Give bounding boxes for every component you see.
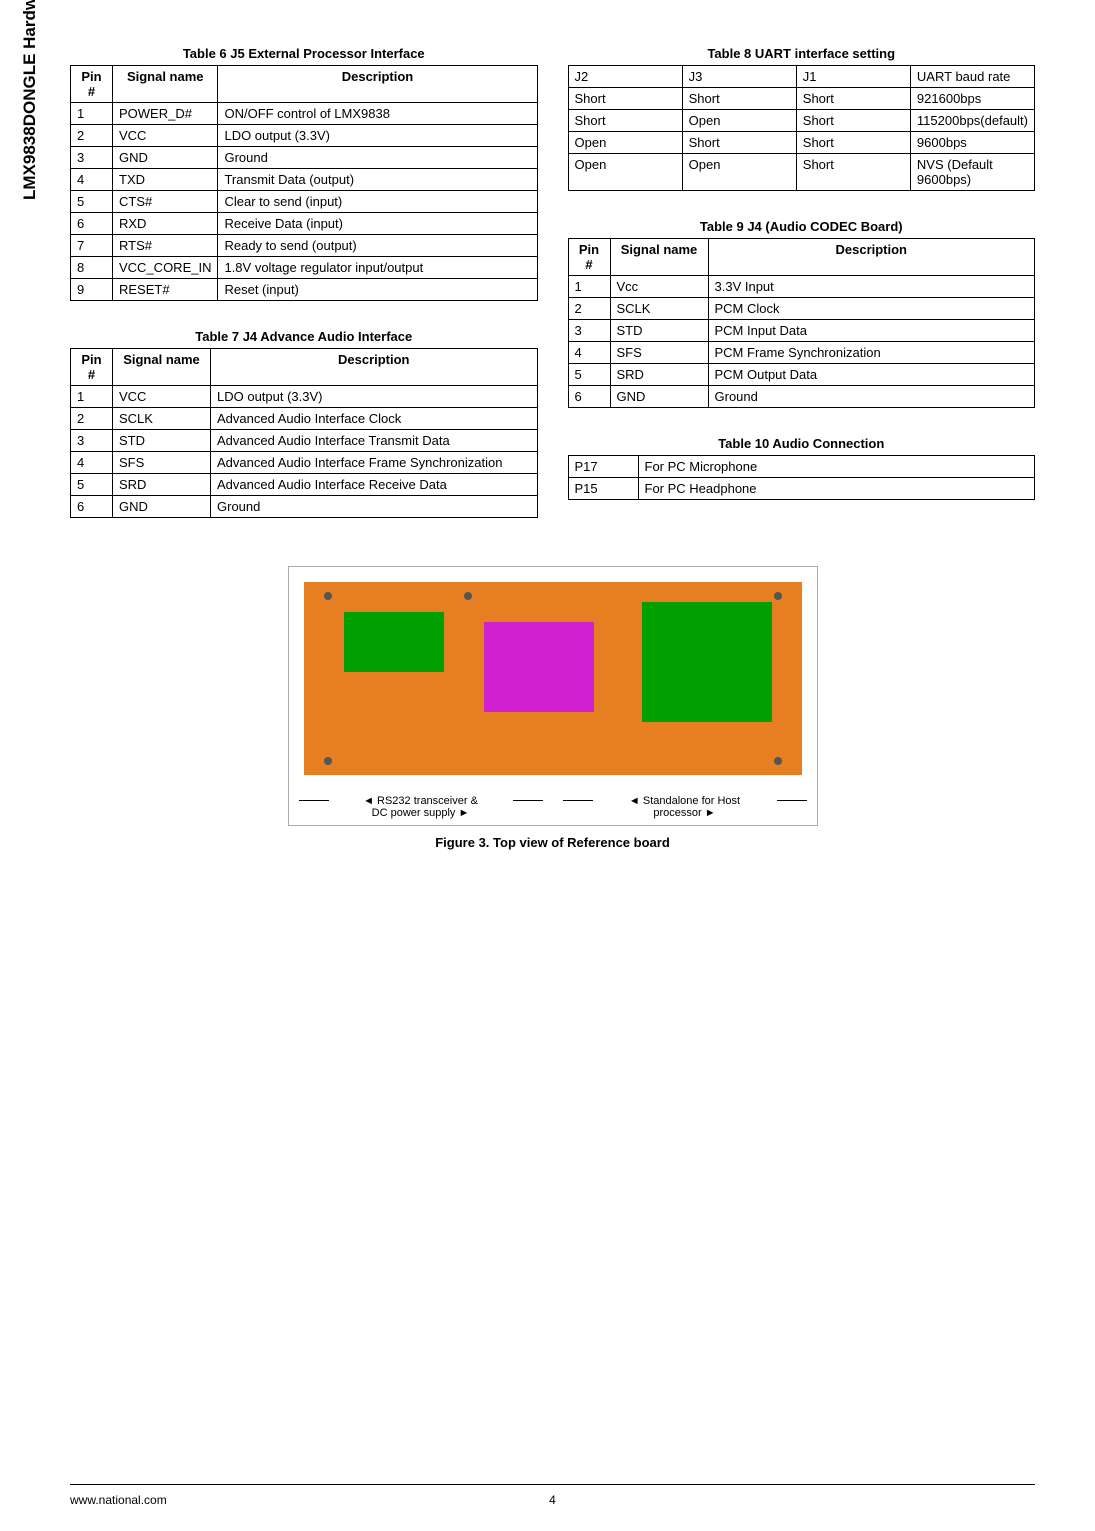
figure3-caption: Figure 3. Top view of Reference board [70,835,1035,850]
document-title-sidebar: LMX9838DONGLE Hardware User Guide [20,0,40,200]
pcb-component [344,612,444,672]
table8-caption: Table 8 UART interface setting [568,46,1036,61]
table6-header-pin: Pin # [71,66,113,103]
table9: Pin # Signal name Description 1Vcc3.3V I… [568,238,1036,408]
table6-header-signal: Signal name [113,66,218,103]
table6-header-desc: Description [218,66,537,103]
table-row: 4SFSAdvanced Audio Interface Frame Synch… [71,452,538,474]
table6-caption: Table 6 J5 External Processor Interface [70,46,538,61]
table-row: 4TXDTransmit Data (output) [71,169,538,191]
table6: Pin # Signal name Description 1POWER_D#O… [70,65,538,301]
pcb-via [324,592,332,600]
table-row: 1POWER_D#ON/OFF control of LMX9838 [71,103,538,125]
table9-caption: Table 9 J4 (Audio CODEC Board) [568,219,1036,234]
pcb-diagram: ◄ RS232 transceiver & DC power supply ► … [288,566,818,826]
table-row: 6RXDReceive Data (input) [71,213,538,235]
table-row: 5CTS#Clear to send (input) [71,191,538,213]
table-row: 6GNDGround [71,496,538,518]
table-row: P15For PC Headphone [568,478,1035,500]
table8: J2J3J1UART baud rate ShortShortShort9216… [568,65,1036,191]
table-row: P17For PC Microphone [568,456,1035,478]
table-row: ShortShortShort921600bps [568,88,1035,110]
table-row: 2SCLKAdvanced Audio Interface Clock [71,408,538,430]
table9-header-signal: Signal name [610,239,708,276]
table-row: 8VCC_CORE_IN1.8V voltage regulator input… [71,257,538,279]
table-row: 1VCCLDO output (3.3V) [71,386,538,408]
table-row: 3STDAdvanced Audio Interface Transmit Da… [71,430,538,452]
table-row: 6GNDGround [568,386,1035,408]
table-row: 2VCCLDO output (3.3V) [71,125,538,147]
page-number: 4 [70,1493,1035,1507]
table-row: ShortOpenShort115200bps(default) [568,110,1035,132]
table-row: 4SFSPCM Frame Synchronization [568,342,1035,364]
table-row: J2J3J1UART baud rate [568,66,1035,88]
pcb-component [642,602,772,722]
table7: Pin # Signal name Description 1VCCLDO ou… [70,348,538,518]
pcb-component [484,622,594,712]
pcb-board [304,582,802,775]
table10: P17For PC Microphone P15For PC Headphone [568,455,1036,500]
table9-header-desc: Description [708,239,1035,276]
pcb-via [774,592,782,600]
table-row: 1Vcc3.3V Input [568,276,1035,298]
table-row: OpenOpenShortNVS (Default 9600bps) [568,154,1035,191]
figure-left-label: ◄ RS232 transceiver & DC power supply ► [289,795,553,819]
pcb-via [774,757,782,765]
table9-header-pin: Pin # [568,239,610,276]
figure-right-label: ◄ Standalone for Host processor ► [553,795,817,819]
table10-caption: Table 10 Audio Connection [568,436,1036,451]
table-row: 9RESET#Reset (input) [71,279,538,301]
table7-header-pin: Pin # [71,349,113,386]
pcb-via [324,757,332,765]
table7-header-signal: Signal name [113,349,211,386]
table-row: 3GNDGround [71,147,538,169]
table-row: 5SRDPCM Output Data [568,364,1035,386]
table-row: 2SCLKPCM Clock [568,298,1035,320]
pcb-via [464,592,472,600]
table7-caption: Table 7 J4 Advance Audio Interface [70,329,538,344]
table7-header-desc: Description [211,349,538,386]
table-row: OpenShortShort9600bps [568,132,1035,154]
table-row: 5SRDAdvanced Audio Interface Receive Dat… [71,474,538,496]
page-footer: www.national.com 4 [70,1484,1035,1507]
figure3-block: ◄ RS232 transceiver & DC power supply ► … [70,556,1035,850]
table-row: 3STDPCM Input Data [568,320,1035,342]
table-row: 7RTS#Ready to send (output) [71,235,538,257]
